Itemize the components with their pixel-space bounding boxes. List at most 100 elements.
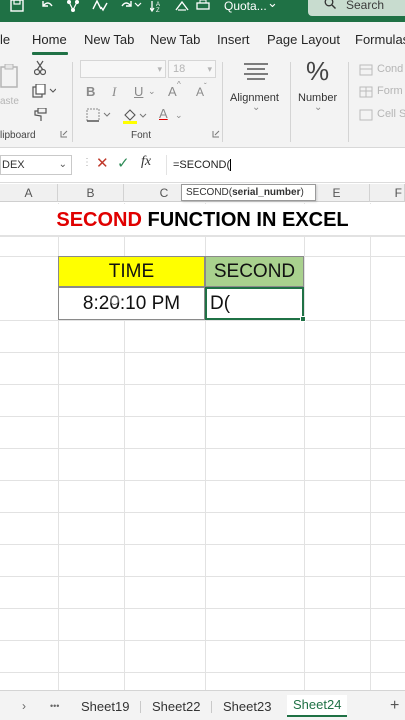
ribbon-separator xyxy=(222,62,223,142)
paste-label[interactable]: aste xyxy=(0,96,19,107)
ribbon-separator xyxy=(290,62,291,142)
name-box[interactable]: DEX ⌄ xyxy=(0,155,72,175)
tooltip-close-paren: ) xyxy=(300,187,304,198)
ribbon-tabs: le Home New Tab New Tab Insert Page Layo… xyxy=(0,22,405,56)
chevron-down-icon: ⌄ xyxy=(314,102,323,113)
gridline xyxy=(0,544,405,545)
tab-formulas[interactable]: Formulas xyxy=(355,32,405,47)
more-sheets-icon[interactable]: ••• xyxy=(50,701,59,711)
font-size-value: 18 xyxy=(173,63,186,75)
font-color-button[interactable]: A xyxy=(159,106,168,121)
gridline xyxy=(0,384,405,385)
tab-home[interactable]: Home xyxy=(32,32,67,47)
gridline xyxy=(0,480,405,481)
sheet-separator xyxy=(140,701,141,713)
time-header-cell[interactable]: TIME xyxy=(58,256,205,287)
search-box[interactable]: Search xyxy=(308,0,405,16)
tab-page-layout[interactable]: Page Layout xyxy=(267,32,340,47)
gridline xyxy=(0,448,405,449)
banner-red-text: SECOND xyxy=(56,209,142,231)
fill-handle[interactable] xyxy=(300,316,306,322)
gridline xyxy=(370,203,371,690)
column-header-b[interactable]: B xyxy=(58,184,124,202)
text-caret xyxy=(230,159,232,172)
sheet-tab-sheet22[interactable]: Sheet22 xyxy=(152,699,200,714)
paste-icon[interactable] xyxy=(0,63,20,93)
banner-black-text: FUNCTION IN EXCEL xyxy=(141,209,349,231)
align-icon[interactable] xyxy=(243,62,269,85)
format-painter-icon[interactable] xyxy=(33,107,47,125)
conditional-format-button[interactable]: Cond xyxy=(377,63,403,75)
print-icon[interactable] xyxy=(196,0,210,14)
save-icon[interactable] xyxy=(10,0,24,14)
sheet-scroll-right-icon[interactable]: › xyxy=(22,699,26,713)
spellcheck-icon[interactable] xyxy=(92,0,108,14)
gridline xyxy=(0,320,405,321)
sort-icon[interactable]: AZ xyxy=(149,0,164,14)
gridline xyxy=(0,640,405,641)
chevron-down-icon: ⌄ xyxy=(252,102,261,113)
confirm-entry-button[interactable]: ✓ xyxy=(117,154,130,172)
active-tab-indicator xyxy=(32,52,68,55)
italic-button[interactable]: I xyxy=(112,84,116,100)
share-icon[interactable] xyxy=(66,0,80,14)
redo-icon[interactable] xyxy=(120,0,142,14)
sheet-separator xyxy=(211,701,212,713)
column-header-f[interactable]: F xyxy=(370,184,405,202)
cancel-entry-button[interactable]: ✕ xyxy=(96,154,109,172)
svg-text:Z: Z xyxy=(156,8,160,12)
caret-down-icon: ˇ xyxy=(204,82,207,91)
font-name-dropdown[interactable]: ▾ xyxy=(80,60,166,78)
tab-file[interactable]: le xyxy=(0,32,10,47)
add-sheet-button[interactable]: + xyxy=(390,697,399,715)
caret-up-icon: ^ xyxy=(177,80,181,89)
format-table-icon[interactable] xyxy=(359,86,373,101)
gridline xyxy=(304,203,305,690)
font-size-dropdown[interactable]: 18 ▾ xyxy=(168,60,216,78)
title-banner[interactable]: SECOND FUNCTION IN EXCEL xyxy=(0,204,405,236)
formula-text: =SECOND( xyxy=(173,159,231,171)
percent-icon[interactable]: % xyxy=(306,56,329,87)
tab-insert[interactable]: Insert xyxy=(217,32,250,47)
sheet-tab-sheet23[interactable]: Sheet23 xyxy=(223,699,271,714)
sheet-tab-sheet19[interactable]: Sheet19 xyxy=(81,699,129,714)
active-cell[interactable]: D( xyxy=(205,287,304,320)
time-value-cell[interactable]: 8:20:10 PM xyxy=(58,287,205,320)
tab-new-tab-2[interactable]: New Tab xyxy=(150,32,200,47)
copy-icon[interactable] xyxy=(32,83,57,101)
gridline xyxy=(0,416,405,417)
function-tooltip[interactable]: SECOND(serial_number) xyxy=(181,184,316,201)
chevron-down-icon: ⌄ xyxy=(58,159,67,170)
title-chevron-icon[interactable]: ⌄ xyxy=(267,0,278,10)
chevron-down-icon[interactable]: ⌄ xyxy=(175,110,183,121)
cell-styles-icon[interactable] xyxy=(359,109,373,124)
second-header-cell[interactable]: SECOND xyxy=(205,256,304,287)
underline-button[interactable]: U xyxy=(134,84,143,99)
borders-icon[interactable] xyxy=(86,108,112,125)
font-launcher-icon[interactable] xyxy=(212,130,220,140)
fill-color-icon[interactable] xyxy=(122,108,148,127)
chevron-down-icon[interactable]: ⌄ xyxy=(148,86,156,97)
cell-styles-button[interactable]: Cell S xyxy=(377,108,405,120)
formula-input[interactable]: =SECOND( xyxy=(166,155,405,175)
cut-icon[interactable] xyxy=(33,60,47,79)
excel-window: AZ Quota... ⌄ Search le Home New Tab New… xyxy=(0,0,405,720)
ribbon-separator xyxy=(348,62,349,142)
insert-function-button[interactable]: fx xyxy=(141,154,151,170)
sheet-tab-sheet24[interactable]: Sheet24 xyxy=(287,695,348,717)
bold-button[interactable]: B xyxy=(86,84,95,99)
clipboard-launcher-icon[interactable] xyxy=(60,130,68,140)
tab-new-tab-1[interactable]: New Tab xyxy=(84,32,134,47)
workbook-title[interactable]: Quota... xyxy=(224,0,267,12)
grow-font-button[interactable]: A xyxy=(168,84,177,99)
text-direction-icon[interactable] xyxy=(174,0,190,14)
undo-icon[interactable] xyxy=(40,0,54,14)
clipboard-group-label: lipboard xyxy=(0,130,36,141)
search-placeholder: Search xyxy=(346,0,385,12)
font-group-label: Font xyxy=(131,130,152,141)
column-header-a[interactable]: A xyxy=(0,184,58,202)
conditional-format-icon[interactable] xyxy=(359,64,373,79)
shrink-font-button[interactable]: A xyxy=(196,85,204,99)
search-icon xyxy=(324,0,336,9)
format-as-table-button[interactable]: Form xyxy=(377,85,403,97)
